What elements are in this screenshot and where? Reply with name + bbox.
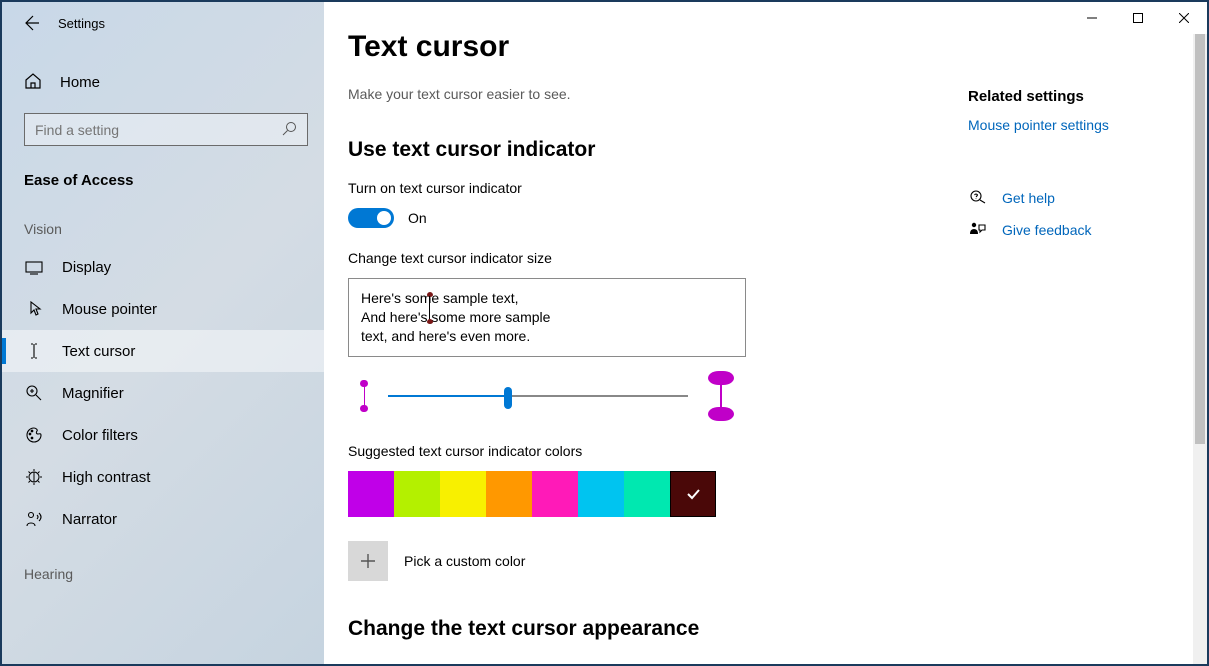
text-cursor-icon bbox=[24, 342, 44, 360]
minimize-button[interactable] bbox=[1069, 2, 1115, 34]
contrast-icon bbox=[24, 468, 44, 486]
size-label: Change text cursor indicator size bbox=[348, 250, 928, 266]
home-nav[interactable]: Home bbox=[2, 62, 324, 103]
sidebar-item-color-filters[interactable]: Color filters bbox=[2, 414, 324, 456]
related-link-mouse-pointer[interactable]: Mouse pointer settings bbox=[968, 117, 1207, 133]
sidebar-item-narrator[interactable]: Narrator bbox=[2, 498, 324, 540]
color-swatch[interactable] bbox=[624, 471, 670, 517]
color-swatch[interactable] bbox=[532, 471, 578, 517]
page-intro: Make your text cursor easier to see. bbox=[348, 86, 928, 102]
home-label: Home bbox=[60, 74, 100, 91]
sidebar-item-mouse-pointer[interactable]: Mouse pointer bbox=[2, 288, 324, 330]
sample-line: text, and here's even more. bbox=[361, 327, 733, 346]
sidebar-item-high-contrast[interactable]: High contrast bbox=[2, 456, 324, 498]
scrollbar-thumb[interactable] bbox=[1195, 34, 1205, 444]
colors-label: Suggested text cursor indicator colors bbox=[348, 443, 928, 459]
palette-icon bbox=[24, 426, 44, 444]
color-swatch[interactable] bbox=[486, 471, 532, 517]
narrator-icon bbox=[24, 510, 44, 528]
close-button[interactable] bbox=[1161, 2, 1207, 34]
section-indicator-heading: Use text cursor indicator bbox=[348, 138, 928, 162]
group-vision: Vision bbox=[2, 195, 324, 247]
sidebar-item-text-cursor[interactable]: Text cursor bbox=[2, 330, 324, 372]
back-button[interactable] bbox=[22, 14, 40, 32]
toggle-state: On bbox=[408, 210, 427, 226]
search-icon bbox=[282, 121, 297, 139]
monitor-icon bbox=[24, 261, 44, 275]
group-hearing: Hearing bbox=[2, 540, 324, 592]
plus-icon bbox=[360, 553, 376, 569]
color-swatch[interactable] bbox=[670, 471, 716, 517]
pointer-icon bbox=[24, 300, 44, 318]
main-content: Text cursor Make your text cursor easier… bbox=[324, 2, 1207, 664]
sample-line: And here's some more sample bbox=[361, 308, 733, 327]
check-icon bbox=[685, 486, 701, 502]
slider-max-icon bbox=[708, 371, 734, 421]
slider-thumb[interactable] bbox=[504, 387, 512, 409]
color-swatch[interactable] bbox=[394, 471, 440, 517]
page-title: Text cursor bbox=[348, 30, 1207, 64]
sidebar-item-display[interactable]: Display bbox=[2, 247, 324, 288]
magnifier-icon bbox=[24, 384, 44, 402]
sidebar-item-label: Narrator bbox=[62, 511, 117, 528]
get-help-link[interactable]: Get help bbox=[1002, 190, 1055, 206]
color-swatches bbox=[348, 471, 928, 517]
size-slider[interactable] bbox=[388, 395, 688, 397]
sidebar: Settings Home Ease of Access Vision bbox=[2, 2, 324, 664]
sidebar-item-label: Display bbox=[62, 259, 111, 276]
sample-text-box: Here's some sample text, And here's some… bbox=[348, 278, 746, 357]
custom-color-button[interactable] bbox=[348, 541, 388, 581]
indicator-toggle[interactable] bbox=[348, 208, 394, 228]
sidebar-item-label: Text cursor bbox=[62, 343, 135, 360]
section-appearance-heading: Change the text cursor appearance bbox=[348, 617, 928, 641]
sidebar-item-label: Color filters bbox=[62, 427, 138, 444]
color-swatch[interactable] bbox=[348, 471, 394, 517]
help-icon bbox=[968, 189, 988, 207]
scrollbar[interactable] bbox=[1193, 34, 1207, 664]
color-swatch[interactable] bbox=[578, 471, 624, 517]
search-box[interactable] bbox=[24, 113, 308, 146]
search-input[interactable] bbox=[35, 122, 282, 138]
feedback-icon bbox=[968, 221, 988, 239]
sidebar-item-label: High contrast bbox=[62, 469, 150, 486]
home-icon bbox=[24, 72, 42, 93]
sample-line: Here's some sample text, bbox=[361, 289, 733, 308]
give-feedback-link[interactable]: Give feedback bbox=[1002, 222, 1092, 238]
sidebar-item-label: Mouse pointer bbox=[62, 301, 157, 318]
sidebar-item-label: Magnifier bbox=[62, 385, 124, 402]
related-heading: Related settings bbox=[968, 88, 1207, 105]
custom-color-label: Pick a custom color bbox=[404, 553, 525, 569]
section-title: Ease of Access bbox=[2, 146, 324, 195]
sidebar-item-magnifier[interactable]: Magnifier bbox=[2, 372, 324, 414]
toggle-label: Turn on text cursor indicator bbox=[348, 180, 928, 196]
slider-min-icon bbox=[360, 380, 368, 412]
maximize-button[interactable] bbox=[1115, 2, 1161, 34]
app-title: Settings bbox=[58, 16, 105, 31]
color-swatch[interactable] bbox=[440, 471, 486, 517]
